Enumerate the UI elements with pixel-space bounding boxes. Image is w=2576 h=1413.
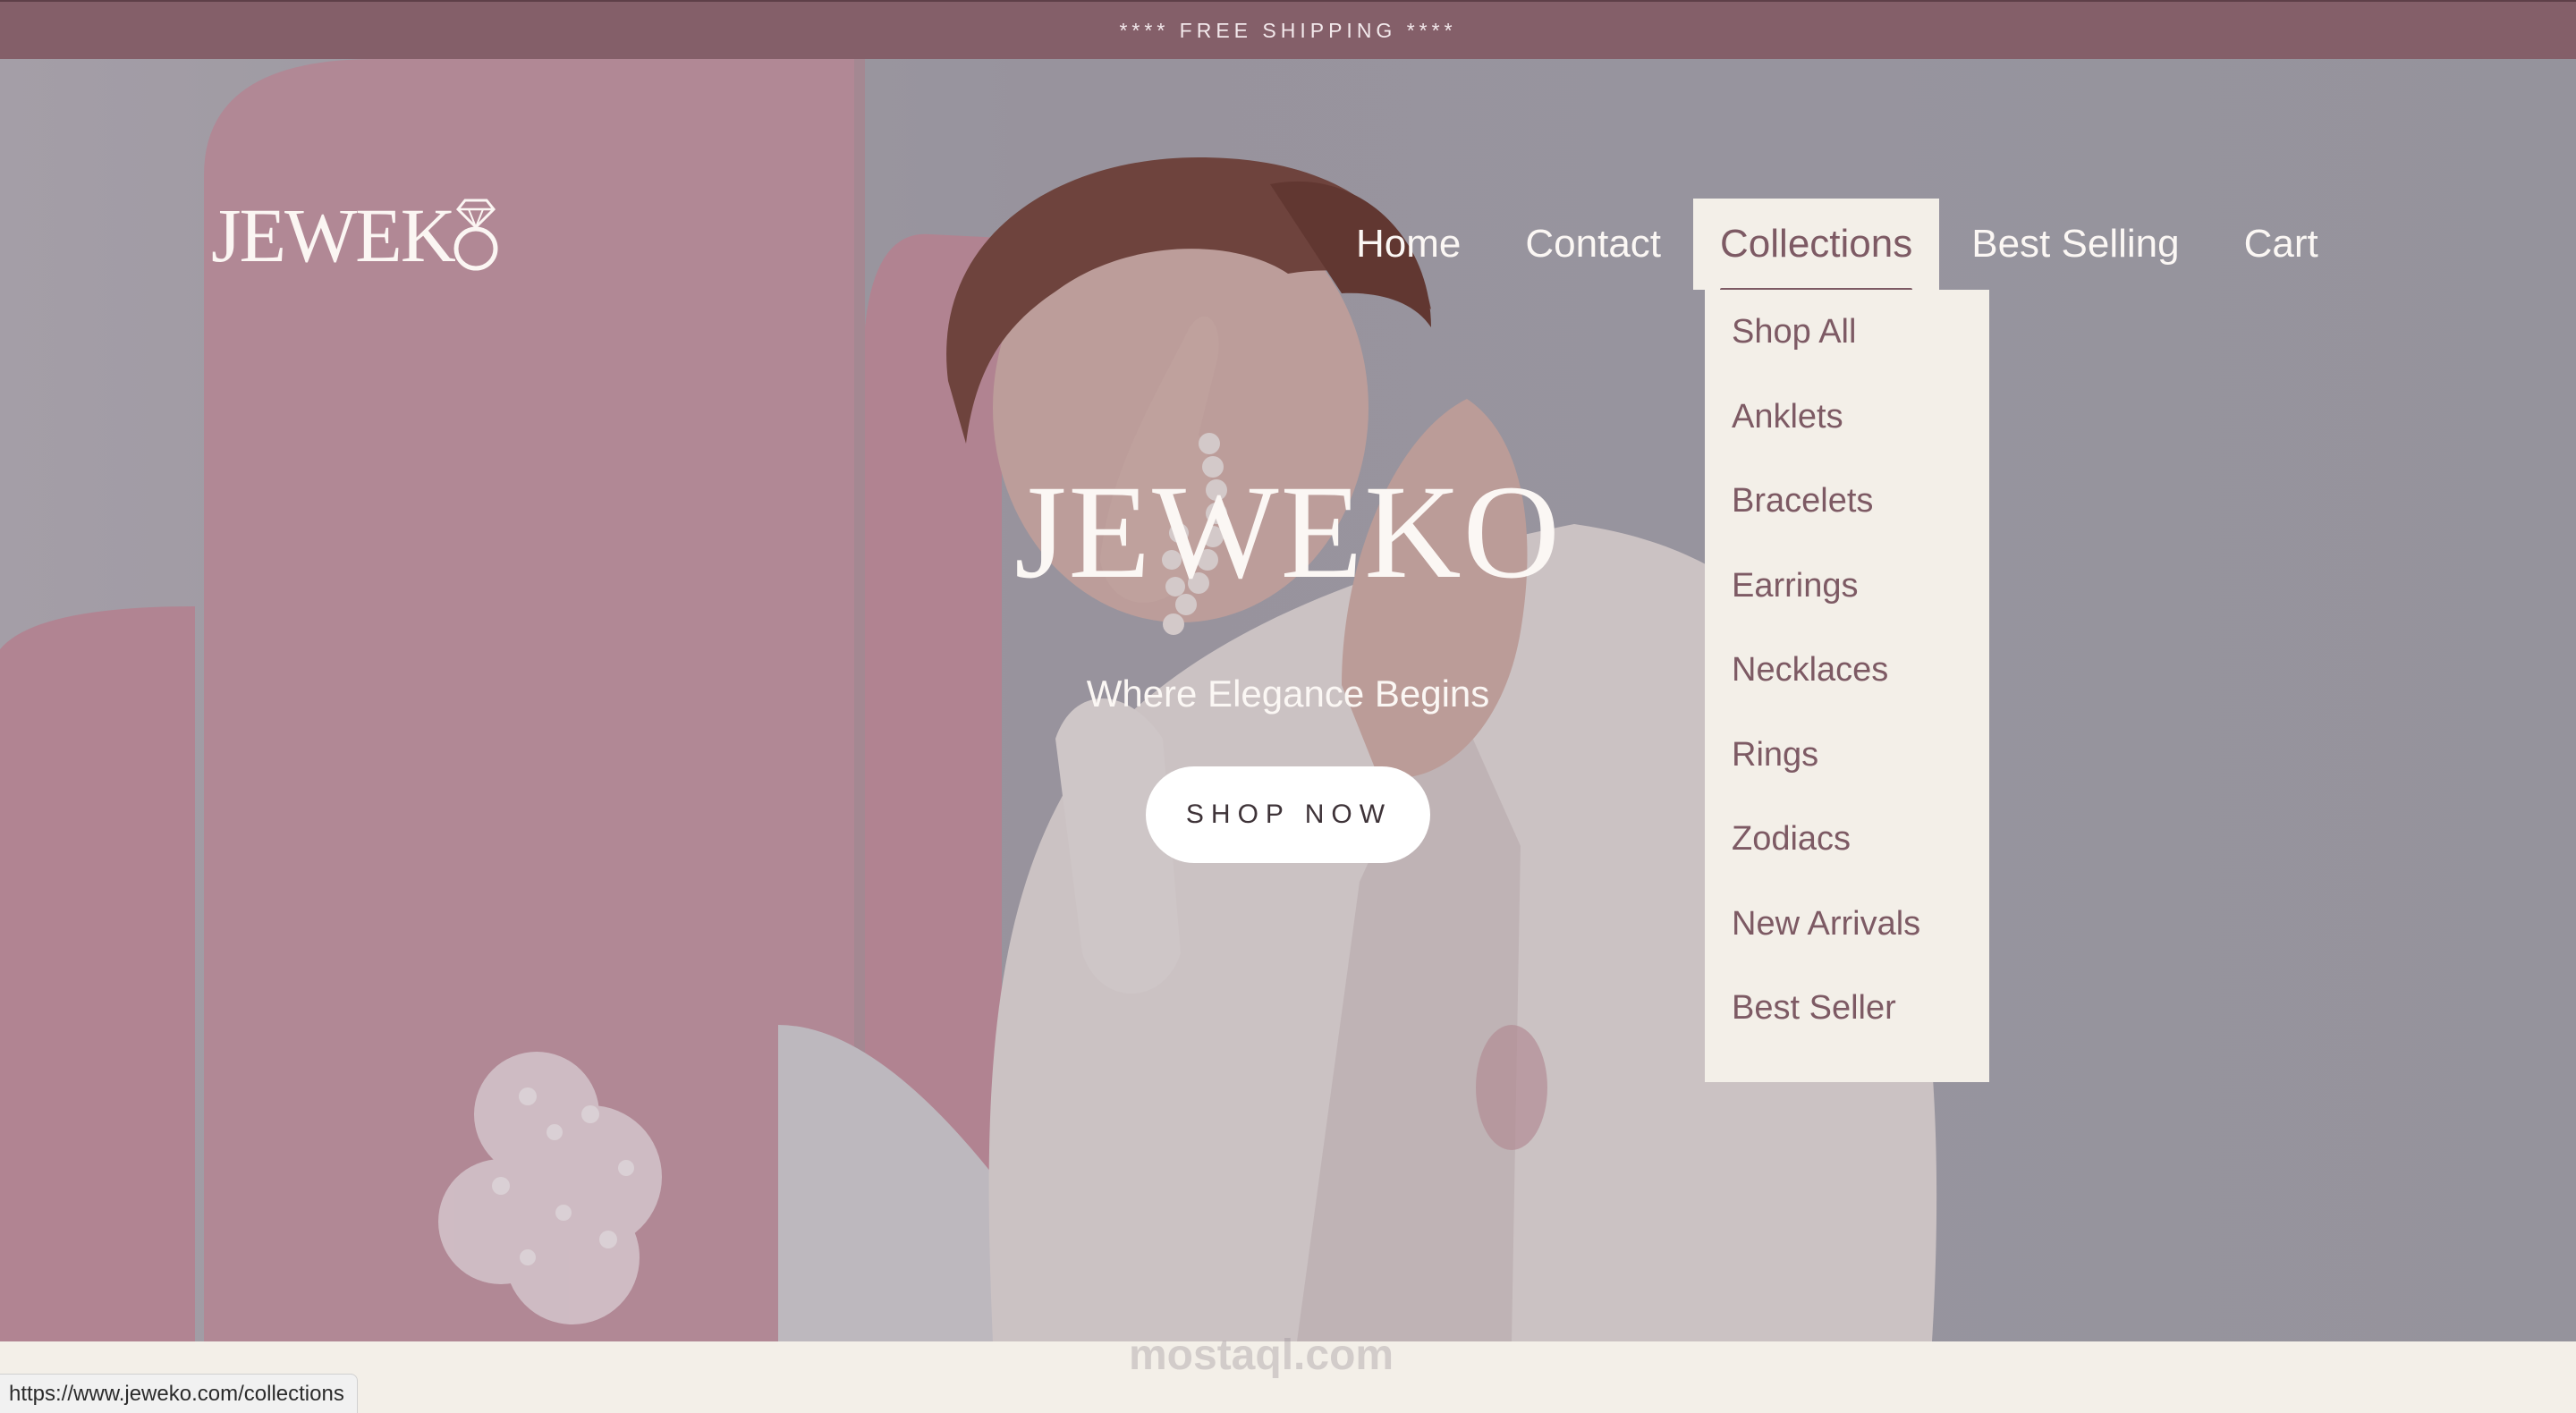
dropdown-item-new-arrivals[interactable]: New Arrivals xyxy=(1705,905,1989,990)
status-bar-url: https://www.jeweko.com/collections xyxy=(0,1374,358,1413)
nav-contact[interactable]: Contact xyxy=(1493,199,1693,290)
nav-best-selling[interactable]: Best Selling xyxy=(1939,199,2211,290)
hero-title: JEWEKO xyxy=(1014,458,1562,606)
announcement-bar: **** FREE SHIPPING **** xyxy=(0,0,2576,59)
site-logo[interactable]: JEWEK xyxy=(211,197,503,274)
dropdown-item-rings[interactable]: Rings xyxy=(1705,736,1989,821)
shop-now-button[interactable]: SHOP NOW xyxy=(1146,766,1430,863)
dropdown-item-best-seller[interactable]: Best Seller xyxy=(1705,989,1989,1074)
nav-collections-label: Collections xyxy=(1720,222,1913,292)
diamond-ring-icon xyxy=(453,199,498,271)
nav-home[interactable]: Home xyxy=(1324,199,1493,290)
logo-text: JEWEK xyxy=(211,192,456,278)
nav-cart[interactable]: Cart xyxy=(2212,199,2351,290)
dropdown-item-zodiacs[interactable]: Zodiacs xyxy=(1705,820,1989,905)
dropdown-item-shop-all[interactable]: Shop All xyxy=(1705,313,1989,398)
announcement-text: **** FREE SHIPPING **** xyxy=(1119,18,1457,42)
hero-tagline: Where Elegance Begins xyxy=(1086,673,1490,715)
watermark: mostaql.com xyxy=(1129,1332,1394,1379)
main-nav: Home Contact Collections Best Selling Ca… xyxy=(1324,199,2351,292)
nav-collections[interactable]: Collections xyxy=(1693,199,1940,292)
